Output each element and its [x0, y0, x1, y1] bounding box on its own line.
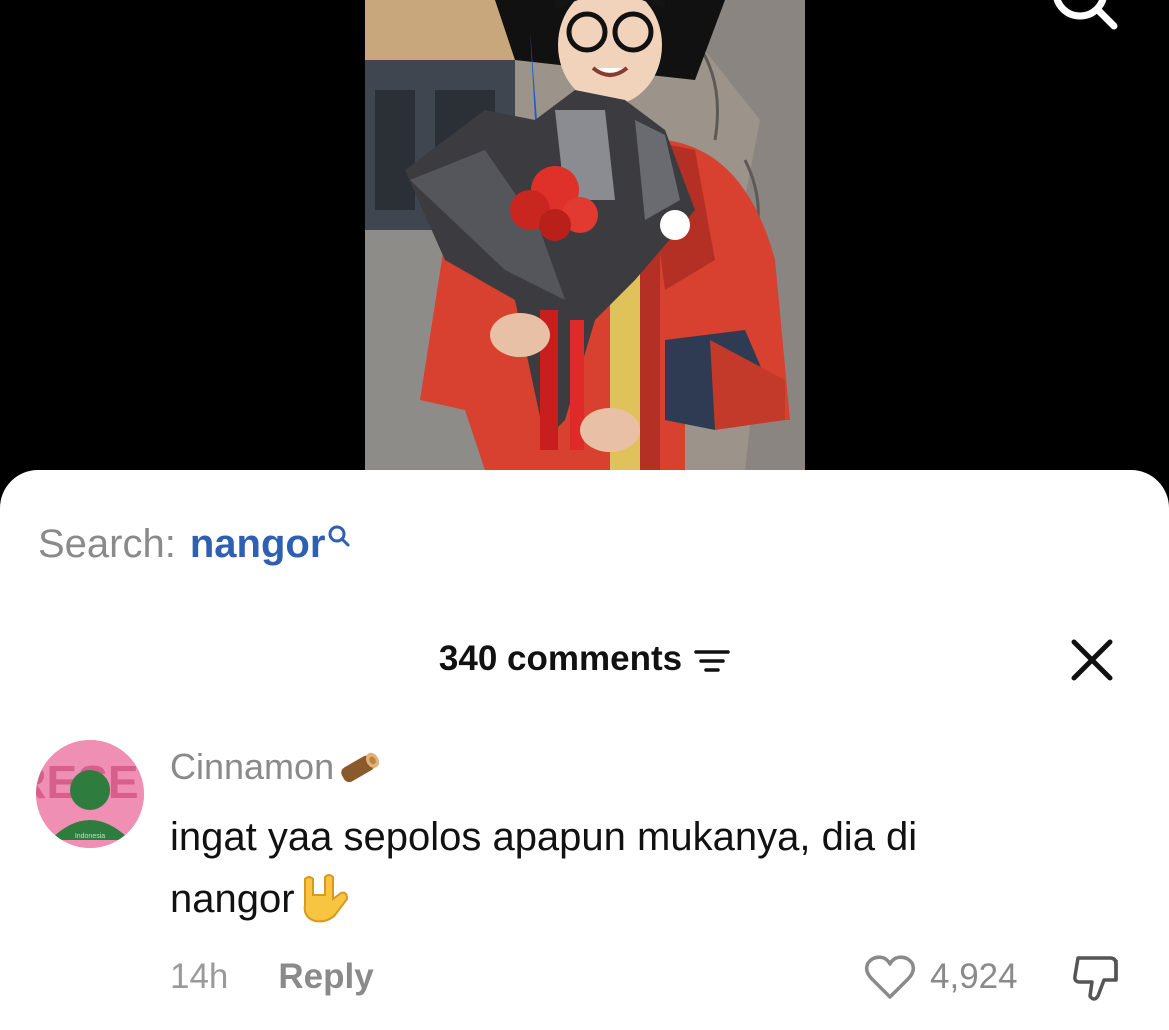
search-button[interactable]: [1050, 0, 1120, 32]
video-frame[interactable]: [365, 0, 805, 470]
search-small-icon: [328, 525, 350, 547]
comment-username[interactable]: Cinnamon: [170, 742, 384, 792]
comment-meta: 14h Reply: [170, 955, 374, 999]
comments-count: 340 comments: [438, 639, 683, 678]
avatar-subtext: Indonesia: [75, 833, 105, 840]
comment-line-2: nangor: [170, 877, 295, 921]
reply-button[interactable]: Reply: [278, 957, 373, 997]
dislike-button[interactable]: [1070, 952, 1126, 1004]
video-still-image: [365, 0, 805, 470]
heart-icon: [864, 955, 916, 999]
filter-icon[interactable]: [694, 646, 730, 676]
like-count: 4,924: [930, 957, 1018, 996]
video-area[interactable]: [0, 0, 1169, 480]
avatar-image: RESET Indonesia: [36, 740, 144, 848]
search-label: Search:: [38, 522, 176, 566]
close-icon: [1071, 639, 1113, 681]
username-text: Cinnamon: [170, 746, 335, 787]
wood-log-emoji-icon: [341, 752, 380, 783]
search-term-link[interactable]: nangor: [190, 522, 326, 567]
comment-search-suggestion[interactable]: Search: nangor: [38, 522, 351, 572]
dislike-icon: [1073, 956, 1118, 1001]
close-button[interactable]: [1068, 636, 1116, 684]
comment-line-1: ingat yaa sepolos apapun mukanya, dia di: [170, 815, 918, 859]
comments-header: 340 comments: [0, 634, 1169, 684]
rock-on-hand-emoji-icon: [303, 874, 348, 923]
avatar[interactable]: RESET Indonesia: [36, 740, 144, 848]
comment-body: ingat yaa sepolos apapun mukanya, dia di…: [170, 806, 1090, 930]
comment-time: 14h: [170, 957, 229, 996]
search-icon: [1053, 0, 1118, 30]
comment-line-2-row: nangor: [170, 868, 1090, 930]
like-button[interactable]: 4,924: [864, 952, 1018, 1002]
